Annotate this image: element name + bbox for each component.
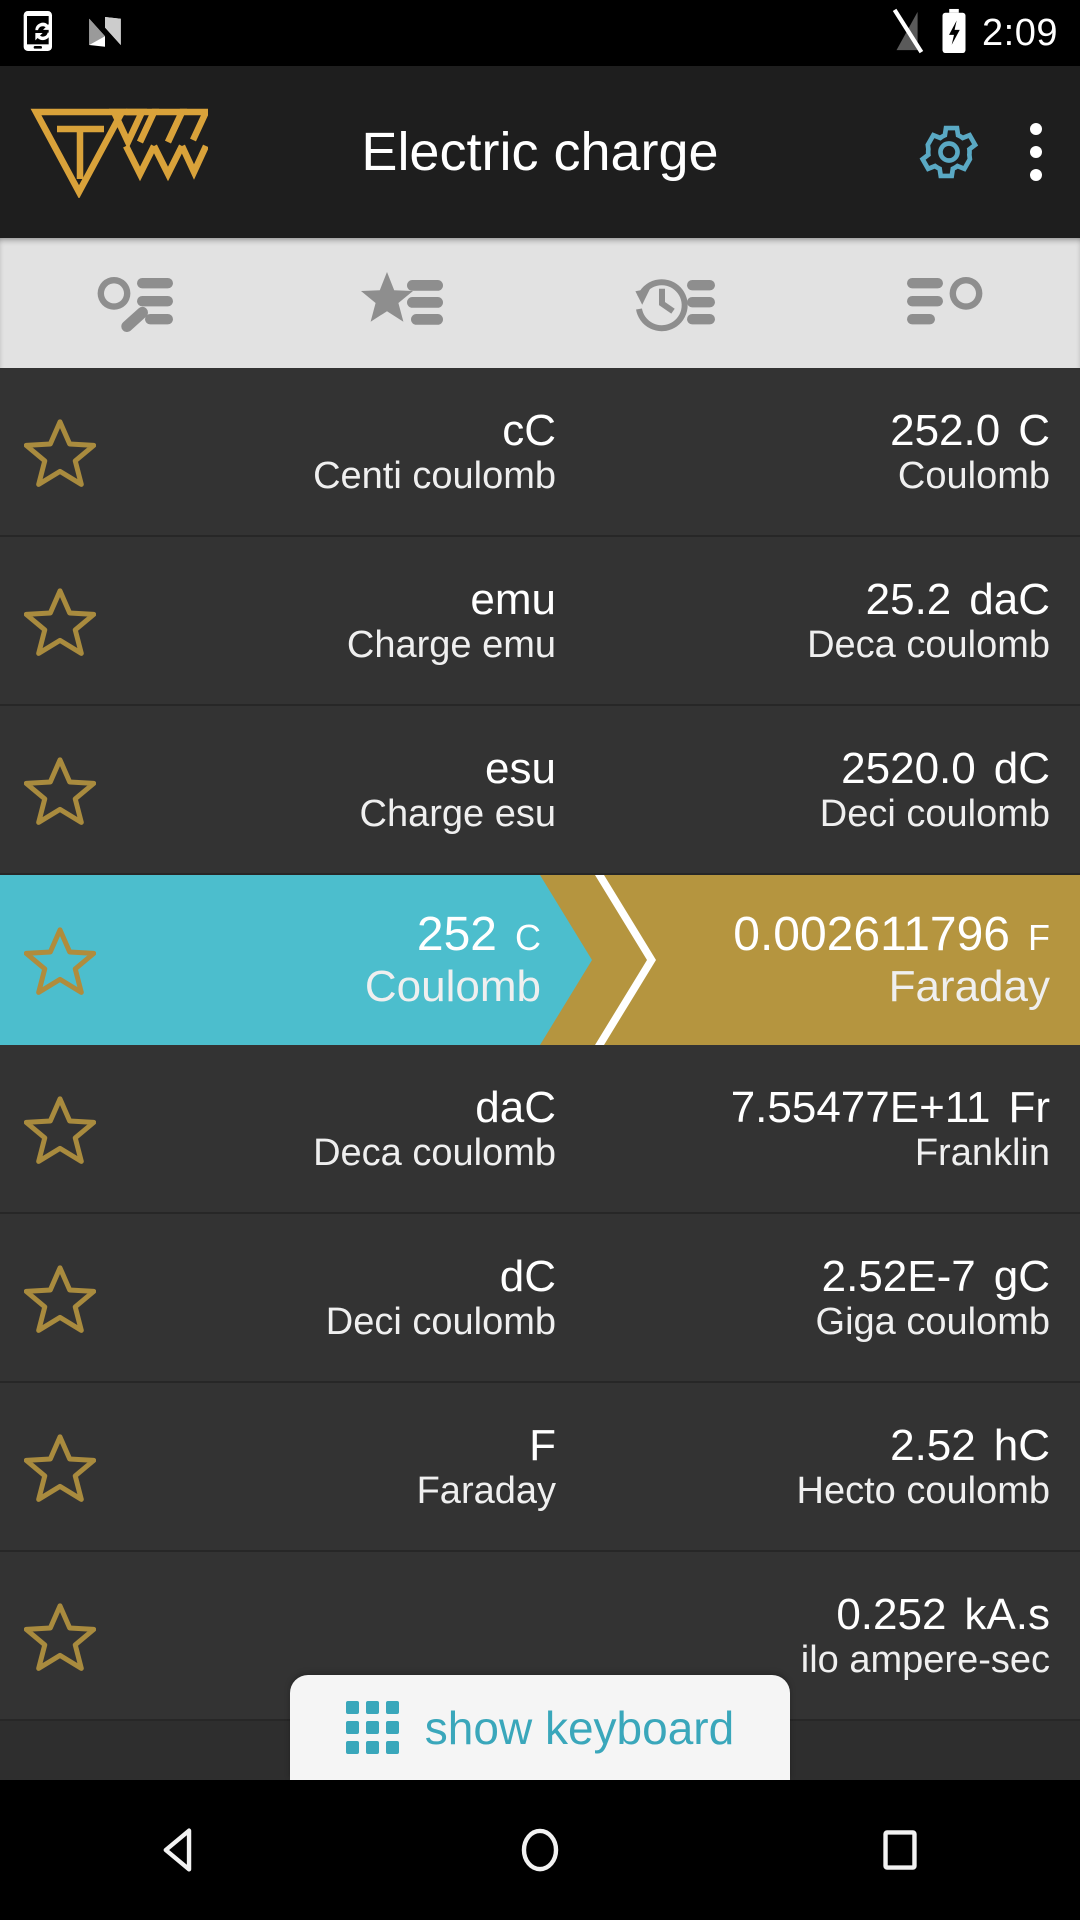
tab-search[interactable] xyxy=(0,238,270,368)
active-conversion-row[interactable]: 252 C Coulomb 0.002611796 F Faraday xyxy=(0,875,1080,1045)
table-row[interactable]: daC Deca coulomb 7.55477E+11 Fr Franklin xyxy=(0,1045,1080,1214)
row-target-name: Franklin xyxy=(914,1131,1050,1174)
android-nougat-icon xyxy=(84,9,126,58)
more-options-icon[interactable] xyxy=(1022,123,1050,181)
row-target-symbol: Fr xyxy=(1008,1082,1050,1132)
row-target: 0.252 kA.s ilo ampere-sec xyxy=(614,1590,1080,1682)
row-target: 2.52E-7 gC Giga coulomb xyxy=(614,1252,1080,1344)
row-target-symbol: dC xyxy=(993,743,1050,793)
tab-sort[interactable] xyxy=(810,238,1080,368)
row-target: 7.55477E+11 Fr Franklin xyxy=(614,1083,1080,1175)
conversion-source[interactable]: 252 C Coulomb xyxy=(120,908,629,1011)
row-source-name: Faraday xyxy=(416,1469,556,1512)
gear-icon[interactable] xyxy=(916,119,982,185)
battery-charging-icon xyxy=(940,8,968,59)
row-target-value: 2.52E-7 xyxy=(821,1251,976,1301)
table-row[interactable]: dC Deci coulomb 2.52E-7 gC Giga coulomb xyxy=(0,1214,1080,1383)
row-source: emu Charge emu xyxy=(120,575,614,667)
row-source-name: Charge emu xyxy=(346,623,556,666)
keypad-grid-icon xyxy=(345,1701,399,1754)
row-target-name: Deci coulomb xyxy=(819,792,1050,835)
app-bar: Electric charge xyxy=(0,66,1080,238)
signal-off-icon xyxy=(890,8,926,59)
app-bar-actions xyxy=(916,119,1050,185)
row-target: 252.0 C Coulomb xyxy=(614,406,1080,498)
favorite-star-icon[interactable] xyxy=(0,925,120,995)
row-source: daC Deca coulomb xyxy=(120,1083,614,1175)
recents-square-icon[interactable] xyxy=(825,1780,975,1920)
row-target-symbol: hC xyxy=(993,1420,1050,1470)
row-target-value: 7.55477E+11 xyxy=(730,1082,991,1132)
favorite-star-icon[interactable] xyxy=(0,417,120,487)
row-source: cC Centi coulomb xyxy=(120,406,614,498)
show-keyboard-label: show keyboard xyxy=(424,1701,735,1754)
favorite-star-icon[interactable] xyxy=(0,1094,120,1164)
row-source-name: Centi coulomb xyxy=(313,454,556,497)
tab-bar xyxy=(0,238,1080,368)
tw-converter-logo xyxy=(30,106,212,199)
row-target-value: 252.0 xyxy=(890,405,1001,455)
conversion-list[interactable]: cC Centi coulomb 252.0 C Coulomb emu Cha… xyxy=(0,368,1080,1780)
phone-screen: 2:09 Electric charge cC Centi coulomb 25… xyxy=(0,0,1080,1920)
table-row[interactable]: esu Charge esu 2520.0 dC Deci coulomb xyxy=(0,706,1080,875)
conversion-source-value: 252 xyxy=(416,908,497,962)
row-target-value: 25.2 xyxy=(865,574,952,624)
row-target-value: 0.252 xyxy=(836,1589,947,1639)
conversion-source-symbol: C xyxy=(515,917,541,959)
row-source-name: Charge esu xyxy=(359,792,556,835)
conversion-target-name: Faraday xyxy=(888,962,1050,1012)
row-source: dC Deci coulomb xyxy=(120,1252,614,1344)
row-source-symbol: esu xyxy=(485,743,556,793)
row-source: F Faraday xyxy=(120,1421,614,1513)
row-target-name: Deca coulomb xyxy=(807,623,1050,666)
row-source-symbol: F xyxy=(529,1420,556,1470)
conversion-source-name: Coulomb xyxy=(364,962,541,1012)
row-target-symbol: daC xyxy=(969,574,1050,624)
table-row[interactable]: cC Centi coulomb 252.0 C Coulomb xyxy=(0,368,1080,537)
table-row[interactable]: emu Charge emu 25.2 daC Deca coulomb xyxy=(0,537,1080,706)
row-target-value: 2.52 xyxy=(890,1420,976,1470)
status-bar-clock: 2:09 xyxy=(982,11,1058,54)
android-nav-bar xyxy=(0,1780,1080,1920)
row-source-name: Deca coulomb xyxy=(313,1131,556,1174)
row-target-name: ilo ampere-sec xyxy=(800,1638,1050,1681)
row-target: 2520.0 dC Deci coulomb xyxy=(614,744,1080,836)
row-source-symbol: daC xyxy=(475,1082,556,1132)
row-target: 2.52 hC Hecto coulomb xyxy=(614,1421,1080,1513)
favorite-star-icon[interactable] xyxy=(0,1432,120,1502)
home-circle-icon[interactable] xyxy=(465,1780,615,1920)
table-row[interactable]: F Faraday 2.52 hC Hecto coulomb xyxy=(0,1383,1080,1552)
conversion-target-symbol: F xyxy=(1028,917,1050,959)
conversion-target-value: 0.002611796 xyxy=(733,908,1010,962)
row-target-name: Giga coulomb xyxy=(815,1300,1050,1343)
row-source-symbol: emu xyxy=(470,574,556,624)
status-bar-left-icons xyxy=(22,9,126,58)
favorite-star-icon[interactable] xyxy=(0,755,120,825)
row-source: esu Charge esu xyxy=(120,744,614,836)
show-keyboard-button[interactable]: show keyboard xyxy=(290,1675,790,1780)
row-source-symbol: cC xyxy=(502,405,556,455)
row-target-value: 2520.0 xyxy=(841,743,976,793)
conversion-target[interactable]: 0.002611796 F Faraday xyxy=(629,908,1080,1011)
favorite-star-icon[interactable] xyxy=(0,586,120,656)
row-target-name: Coulomb xyxy=(897,454,1050,497)
row-target-symbol: kA.s xyxy=(964,1589,1050,1639)
row-source-symbol: dC xyxy=(499,1251,556,1301)
sync-phone-icon xyxy=(22,9,62,58)
row-target-symbol: gC xyxy=(993,1251,1050,1301)
tab-favorites[interactable] xyxy=(270,238,540,368)
favorite-star-icon[interactable] xyxy=(0,1601,120,1671)
favorite-star-icon[interactable] xyxy=(0,1263,120,1333)
back-triangle-icon[interactable] xyxy=(105,1780,255,1920)
row-target: 25.2 daC Deca coulomb xyxy=(614,575,1080,667)
status-bar: 2:09 xyxy=(0,0,1080,66)
row-source-name: Deci coulomb xyxy=(325,1300,556,1343)
row-target-name: Hecto coulomb xyxy=(796,1469,1050,1512)
status-bar-right-icons: 2:09 xyxy=(890,8,1058,59)
row-target-symbol: C xyxy=(1018,405,1050,455)
tab-history[interactable] xyxy=(540,238,810,368)
